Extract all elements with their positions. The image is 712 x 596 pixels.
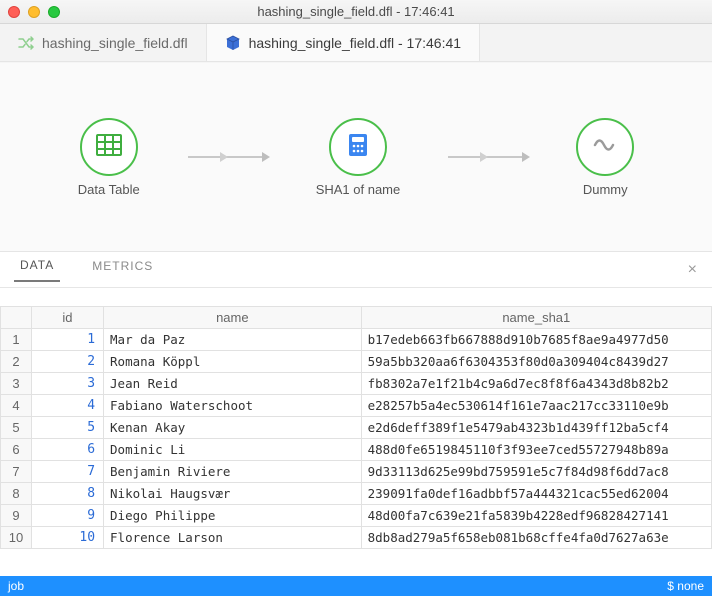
minimize-window-button[interactable] xyxy=(28,6,40,18)
cell-name[interactable]: Nikolai Haugsvær xyxy=(104,483,362,505)
tab-label: hashing_single_field.dfl - 17:46:41 xyxy=(249,35,462,51)
window-controls xyxy=(8,6,60,18)
cell-name[interactable]: Mar da Paz xyxy=(104,329,362,351)
column-header-name[interactable]: name xyxy=(104,307,362,329)
cell-name-sha1[interactable]: e28257b5a4ec530614f161e7aac217cc33110e9b xyxy=(361,395,711,417)
close-window-button[interactable] xyxy=(8,6,20,18)
cell-id[interactable]: 4 xyxy=(31,395,103,417)
cell-name-sha1[interactable]: 9d33113d625e99bd759591e5c7f84d98f6dd7ac8 xyxy=(361,461,711,483)
cell-name[interactable]: Romana Köppl xyxy=(104,351,362,373)
subtab-data[interactable]: DATA xyxy=(14,258,60,282)
table-row[interactable]: 77Benjamin Riviere9d33113d625e99bd759591… xyxy=(1,461,712,483)
node-label: Dummy xyxy=(583,182,628,197)
flow-arrow xyxy=(188,156,268,158)
node-label: Data Table xyxy=(78,182,140,197)
status-bar: job $ none xyxy=(0,576,712,596)
row-number: 10 xyxy=(1,527,32,549)
cell-name-sha1[interactable]: fb8302a7e1f21b4c9a6d7ec8f8f6a4343d8b82b2 xyxy=(361,373,711,395)
wave-icon xyxy=(591,131,619,162)
row-number: 2 xyxy=(1,351,32,373)
cell-name-sha1[interactable]: b17edeb663fb667888d910b7685f8ae9a4977d50 xyxy=(361,329,711,351)
table-row[interactable]: 99Diego Philippe48d00fa7c639e21fa5839b42… xyxy=(1,505,712,527)
cell-name-sha1[interactable]: 59a5bb320aa6f6304353f80d0a309404c8439d27 xyxy=(361,351,711,373)
cell-name[interactable]: Benjamin Riviere xyxy=(104,461,362,483)
cell-name[interactable]: Florence Larson xyxy=(104,527,362,549)
close-panel-button[interactable]: × xyxy=(688,261,698,279)
node-sha1[interactable]: SHA1 of name xyxy=(316,118,401,197)
panel-tabs: DATA METRICS × xyxy=(0,252,712,288)
tab-hashing-file[interactable]: hashing_single_field.dfl xyxy=(0,24,207,61)
row-number: 5 xyxy=(1,417,32,439)
data-grid-container: id name name_sha1 11Mar da Pazb17edeb663… xyxy=(0,288,712,576)
tab-label: hashing_single_field.dfl xyxy=(42,35,188,51)
cell-id[interactable]: 9 xyxy=(31,505,103,527)
cell-name-sha1[interactable]: 8db8ad279a5f658eb081b68cffe4fa0d7627a63e xyxy=(361,527,711,549)
document-tabs: hashing_single_field.dfl hashing_single_… xyxy=(0,24,712,62)
row-number: 8 xyxy=(1,483,32,505)
node-dummy[interactable]: Dummy xyxy=(576,118,634,197)
table-row[interactable]: 55Kenan Akaye2d6deff389f1e5479ab4323b1d4… xyxy=(1,417,712,439)
table-row[interactable]: 33Jean Reidfb8302a7e1f21b4c9a6d7ec8f8f6a… xyxy=(1,373,712,395)
node-circle xyxy=(80,118,138,176)
status-left: job xyxy=(8,579,24,593)
shuffle-icon xyxy=(18,35,34,51)
cube-icon xyxy=(225,35,241,51)
cell-id[interactable]: 5 xyxy=(31,417,103,439)
cell-id[interactable]: 3 xyxy=(31,373,103,395)
cell-name-sha1[interactable]: 488d0fe6519845110f3f93ee7ced55727948b89a xyxy=(361,439,711,461)
subtab-metrics[interactable]: METRICS xyxy=(86,259,159,281)
data-grid[interactable]: id name name_sha1 11Mar da Pazb17edeb663… xyxy=(0,306,712,549)
titlebar: hashing_single_field.dfl - 17:46:41 xyxy=(0,0,712,24)
cell-name[interactable]: Diego Philippe xyxy=(104,505,362,527)
cell-name[interactable]: Fabiano Waterschoot xyxy=(104,395,362,417)
flow-canvas[interactable]: Data Table SHA1 of name Dummy xyxy=(0,62,712,252)
column-header-name-sha1[interactable]: name_sha1 xyxy=(361,307,711,329)
row-number: 9 xyxy=(1,505,32,527)
cell-name[interactable]: Kenan Akay xyxy=(104,417,362,439)
row-number: 4 xyxy=(1,395,32,417)
cell-name-sha1[interactable]: e2d6deff389f1e5479ab4323b1d439ff12ba5cf4 xyxy=(361,417,711,439)
table-row[interactable]: 44Fabiano Waterschoote28257b5a4ec530614f… xyxy=(1,395,712,417)
zoom-window-button[interactable] xyxy=(48,6,60,18)
cell-id[interactable]: 2 xyxy=(31,351,103,373)
row-number: 6 xyxy=(1,439,32,461)
cell-id[interactable]: 10 xyxy=(31,527,103,549)
cell-name-sha1[interactable]: 48d00fa7c639e21fa5839b4228edf96828427141 xyxy=(361,505,711,527)
cell-id[interactable]: 6 xyxy=(31,439,103,461)
row-number: 7 xyxy=(1,461,32,483)
row-number: 3 xyxy=(1,373,32,395)
status-right: $ none xyxy=(667,579,704,593)
node-circle xyxy=(576,118,634,176)
node-label: SHA1 of name xyxy=(316,182,401,197)
table-icon xyxy=(95,131,123,162)
flow-arrow xyxy=(448,156,528,158)
cell-id[interactable]: 1 xyxy=(31,329,103,351)
column-header-id[interactable]: id xyxy=(31,307,103,329)
table-row[interactable]: 22Romana Köppl59a5bb320aa6f6304353f80d0a… xyxy=(1,351,712,373)
cell-name[interactable]: Dominic Li xyxy=(104,439,362,461)
calculator-icon xyxy=(344,131,372,162)
node-circle xyxy=(329,118,387,176)
cell-name-sha1[interactable]: 239091fa0def16adbbf57a444321cac55ed62004 xyxy=(361,483,711,505)
table-row[interactable]: 11Mar da Pazb17edeb663fb667888d910b7685f… xyxy=(1,329,712,351)
cell-name[interactable]: Jean Reid xyxy=(104,373,362,395)
grid-corner xyxy=(1,307,32,329)
tab-hashing-run[interactable]: hashing_single_field.dfl - 17:46:41 xyxy=(207,24,481,61)
row-number: 1 xyxy=(1,329,32,351)
window-title: hashing_single_field.dfl - 17:46:41 xyxy=(0,4,712,19)
table-row[interactable]: 88Nikolai Haugsvær239091fa0def16adbbf57a… xyxy=(1,483,712,505)
cell-id[interactable]: 8 xyxy=(31,483,103,505)
node-data-table[interactable]: Data Table xyxy=(78,118,140,197)
table-row[interactable]: 66Dominic Li488d0fe6519845110f3f93ee7ced… xyxy=(1,439,712,461)
cell-id[interactable]: 7 xyxy=(31,461,103,483)
table-row[interactable]: 1010Florence Larson8db8ad279a5f658eb081b… xyxy=(1,527,712,549)
